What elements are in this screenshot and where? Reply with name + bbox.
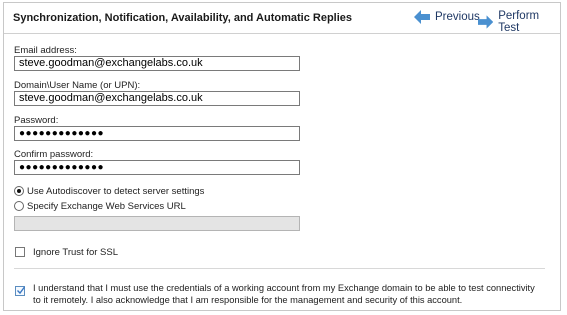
- arrow-left-icon: [414, 10, 430, 24]
- autodiscover-label: Use Autodiscover to detect server settin…: [27, 186, 205, 197]
- ews-url-radio[interactable]: [14, 201, 24, 211]
- autodiscover-radio[interactable]: [14, 186, 24, 196]
- password-label: Password:: [14, 115, 59, 126]
- checkmark-icon: [17, 286, 26, 295]
- previous-label: Previous: [435, 11, 480, 23]
- previous-button[interactable]: Previous: [414, 10, 480, 24]
- ews-url-input[interactable]: [14, 216, 300, 231]
- test-form-panel: Synchronization, Notification, Availabil…: [3, 2, 561, 311]
- ignore-ssl-label: Ignore Trust for SSL: [33, 247, 119, 258]
- perform-test-label: Perform Test: [498, 10, 540, 34]
- confirm-password-label: Confirm password:: [14, 149, 94, 160]
- confirm-password-field[interactable]: ●●●●●●●●●●●●●: [14, 160, 300, 175]
- email-field[interactable]: steve.goodman@exchangelabs.co.uk: [14, 56, 300, 71]
- panel-header: Synchronization, Notification, Availabil…: [4, 3, 560, 34]
- header-divider: [4, 33, 560, 34]
- perform-test-button[interactable]: Perform Test: [478, 10, 560, 34]
- username-label: Domain\User Name (or UPN):: [14, 80, 141, 91]
- form-divider: [14, 268, 545, 269]
- arrow-right-icon: [478, 15, 494, 29]
- email-label: Email address:: [14, 45, 77, 56]
- acknowledge-checkbox[interactable]: [15, 286, 26, 296]
- acknowledge-text: I understand that I must use the credent…: [33, 283, 535, 305]
- ignore-ssl-checkbox[interactable]: [15, 247, 25, 257]
- page-title: Synchronization, Notification, Availabil…: [13, 12, 353, 24]
- username-field[interactable]: steve.goodman@exchangelabs.co.uk: [14, 91, 300, 106]
- password-field[interactable]: ●●●●●●●●●●●●●: [14, 126, 300, 141]
- ews-url-label: Specify Exchange Web Services URL: [27, 201, 186, 212]
